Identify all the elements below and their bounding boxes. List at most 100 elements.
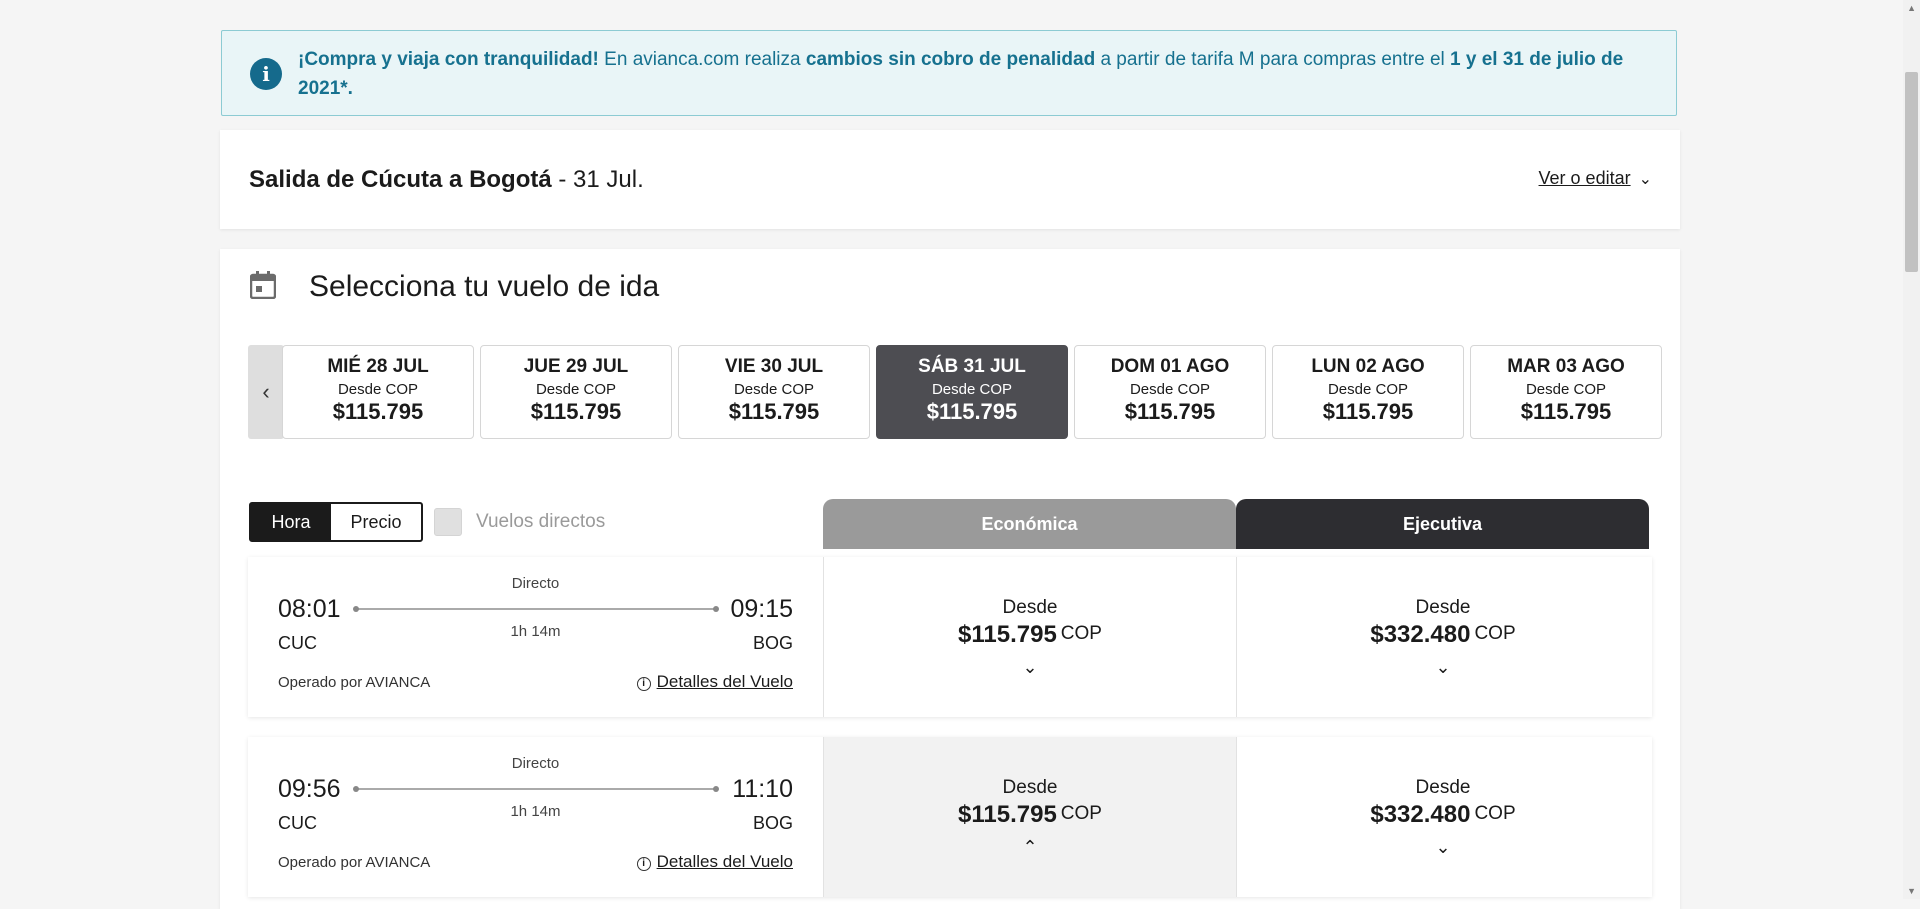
executive-fare[interactable]: Desde $332.480 COP ⌄: [1236, 557, 1649, 717]
departure-time: 08:01: [278, 595, 341, 623]
date-option[interactable]: VIE 30 JUL Desde COP $115.795: [678, 345, 870, 439]
chevron-down-icon: ⌄: [1435, 837, 1451, 857]
fare-amount: $332.480 COP: [1237, 801, 1649, 829]
promo-lead: ¡Compra y viaja con tranquilidad!: [298, 49, 599, 70]
date-label: MIÉ 28 JUL: [327, 356, 429, 377]
arrival-time: 09:15: [730, 595, 793, 623]
fare-from-label: Desde: [1415, 597, 1471, 618]
date-price: $115.795: [530, 399, 622, 424]
edit-search-link[interactable]: Ver o editar ⌄: [1539, 168, 1652, 189]
date-from-label: Desde COP: [931, 381, 1013, 398]
edit-search-label: Ver o editar: [1538, 168, 1631, 188]
promo-banner: i ¡Compra y viaja con tranquilidad! En a…: [221, 30, 1677, 116]
direct-flights-label: Vuelos directos: [476, 511, 606, 532]
chevron-left-icon: ‹: [262, 379, 270, 404]
fare-currency: COP: [1474, 623, 1516, 644]
chevron-down-icon: ⌄: [1022, 657, 1038, 677]
date-price: $115.795: [728, 399, 820, 424]
sort-by-time-button[interactable]: Hora: [251, 504, 331, 540]
direct-flights-checkbox[interactable]: [434, 508, 462, 536]
date-price: $115.795: [926, 399, 1018, 424]
date-from-label: Desde COP: [535, 381, 617, 398]
fare-amount: $115.795 COP: [824, 801, 1236, 829]
fare-price: $115.795: [958, 621, 1057, 648]
arrival-time: 11:10: [732, 775, 793, 803]
date-label: DOM 01 AGO: [1110, 356, 1230, 377]
date-price: $115.795: [1124, 399, 1216, 424]
section-title: Selecciona tu vuelo de ida: [309, 270, 660, 303]
flight-details-label: Detalles del Vuelo: [656, 672, 793, 691]
fare-from-label: Desde: [1415, 777, 1471, 798]
duration: 1h 14m: [510, 803, 561, 820]
promo-text-1: En avianca.com realiza: [598, 49, 806, 70]
date-from-label: Desde COP: [337, 381, 419, 398]
date-from-label: Desde COP: [733, 381, 815, 398]
departure-code: CUC: [278, 813, 317, 833]
date-label: SÁB 31 JUL: [918, 356, 1026, 377]
arrival-code: BOG: [752, 633, 793, 653]
fare-amount: $115.795 COP: [824, 621, 1236, 649]
stops-label: Directo: [511, 575, 560, 592]
promo-highlight: cambios sin cobro de penalidad: [805, 49, 1096, 70]
promo-message: ¡Compra y viaja con tranquilidad! En avi…: [298, 45, 1648, 103]
flight-selection-card: Selecciona tu vuelo de ida ‹ › MIÉ 28 JU…: [220, 249, 1680, 909]
date-price: $115.795: [332, 399, 424, 424]
fare-price: $332.480: [1370, 621, 1471, 648]
sort-toggle: Hora Precio: [249, 502, 423, 542]
economy-fare[interactable]: Desde $115.795 COP ⌃: [823, 737, 1236, 897]
cabin-tab-executive[interactable]: Ejecutiva: [1236, 499, 1649, 549]
date-from-label: Desde COP: [1525, 381, 1607, 398]
stops-label: Directo: [511, 755, 560, 772]
date-option[interactable]: DOM 01 AGO Desde COP $115.795: [1074, 345, 1266, 439]
fare-amount: $332.480 COP: [1237, 621, 1649, 649]
info-icon: i: [636, 857, 651, 871]
fare-from-label: Desde: [1002, 777, 1058, 798]
page-scrollbar[interactable]: ▲ ▼: [1903, 0, 1920, 899]
fare-currency: COP: [1060, 623, 1102, 644]
fare-from-label: Desde: [1002, 597, 1058, 618]
route-title: Salida de Cúcuta a Bogotá - 31 Jul.: [249, 166, 644, 194]
chevron-down-icon: ⌄: [1435, 657, 1451, 677]
fare-price: $115.795: [958, 801, 1057, 828]
flight-info: Directo 09:56 11:10 1h 14m CUC BOG Opera…: [248, 737, 823, 897]
departure-code: CUC: [278, 633, 317, 653]
scroll-down-arrow[interactable]: ▼: [1907, 886, 1916, 896]
scroll-up-arrow[interactable]: ▲: [1907, 3, 1916, 13]
flight-row: Directo 08:01 09:15 1h 14m CUC BOG Opera…: [248, 557, 1652, 717]
date-label: MAR 03 AGO: [1507, 356, 1625, 377]
date-option[interactable]: MIÉ 28 JUL Desde COP $115.795: [282, 345, 474, 439]
flight-details-link[interactable]: i Detalles del Vuelo: [636, 852, 793, 872]
scroll-thumb[interactable]: [1905, 72, 1918, 272]
flight-row: Directo 09:56 11:10 1h 14m CUC BOG Opera…: [248, 737, 1652, 897]
economy-fare[interactable]: Desde $115.795 COP ⌄: [823, 557, 1236, 717]
route-date: - 31 Jul.: [551, 166, 644, 193]
calendar-icon: [250, 271, 276, 299]
prev-dates-button[interactable]: ‹: [248, 345, 284, 439]
date-price: $115.795: [1322, 399, 1414, 424]
date-price: $115.795: [1520, 399, 1612, 424]
date-from-label: Desde COP: [1129, 381, 1211, 398]
date-label: VIE 30 JUL: [724, 356, 824, 377]
date-option[interactable]: SÁB 31 JUL Desde COP $115.795: [876, 345, 1068, 439]
operator: Operado por AVIANCA: [278, 854, 431, 871]
date-option[interactable]: MAR 03 AGO Desde COP $115.795: [1470, 345, 1662, 439]
sort-by-price-button[interactable]: Precio: [331, 504, 421, 540]
route-summary-card: Salida de Cúcuta a Bogotá - 31 Jul. Ver …: [220, 130, 1680, 229]
route-line: [353, 606, 719, 612]
cabin-tab-economy[interactable]: Económica: [823, 499, 1236, 549]
flight-details-link[interactable]: i Detalles del Vuelo: [636, 672, 793, 692]
date-option[interactable]: LUN 02 AGO Desde COP $115.795: [1272, 345, 1464, 439]
fare-price: $332.480: [1370, 801, 1471, 828]
date-carousel: ‹ › MIÉ 28 JULDesde COP$115.795JUE 29 JU…: [248, 345, 1662, 439]
arrival-code: BOG: [752, 813, 793, 833]
info-icon: i: [636, 677, 651, 691]
executive-fare[interactable]: Desde $332.480 COP ⌄: [1236, 737, 1649, 897]
duration: 1h 14m: [510, 623, 561, 640]
route-cities: Salida de Cúcuta a Bogotá: [249, 166, 552, 193]
fare-currency: COP: [1060, 803, 1102, 824]
date-label: JUE 29 JUL: [523, 356, 629, 377]
departure-time: 09:56: [278, 775, 341, 803]
date-option[interactable]: JUE 29 JUL Desde COP $115.795: [480, 345, 672, 439]
date-label: LUN 02 AGO: [1311, 356, 1425, 377]
info-icon: i: [250, 58, 282, 90]
